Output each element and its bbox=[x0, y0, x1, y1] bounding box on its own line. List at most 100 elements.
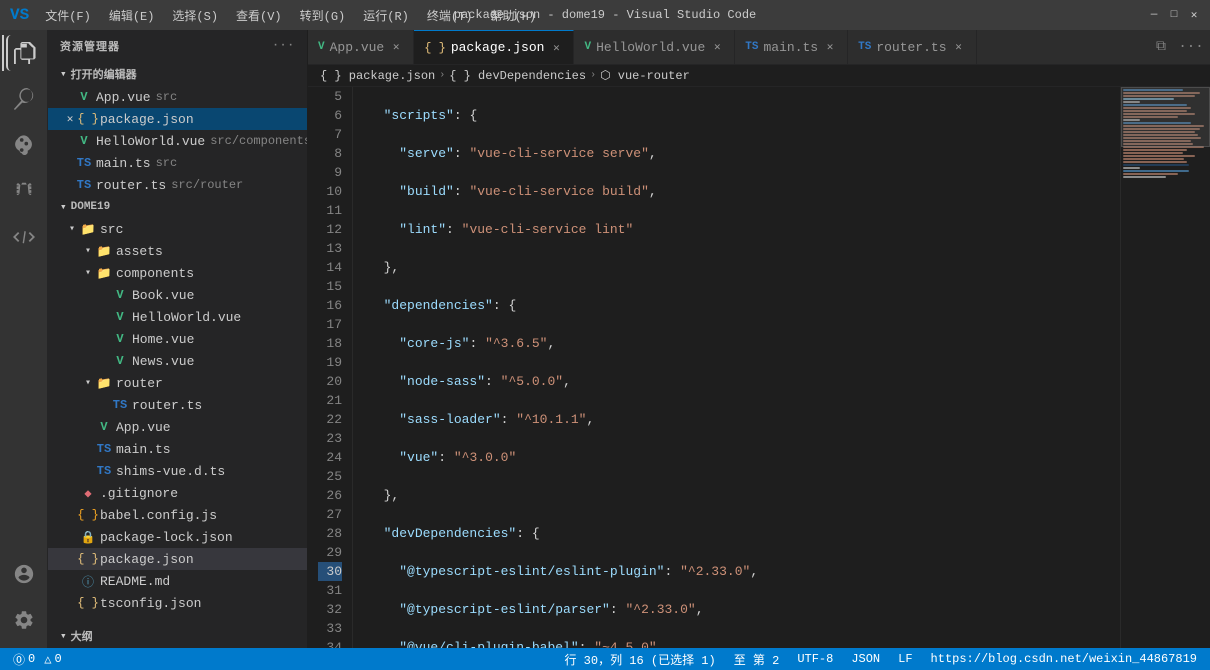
tree-item-app-vue[interactable]: V App.vue bbox=[48, 416, 307, 438]
source-control-activity-icon[interactable] bbox=[6, 127, 42, 163]
tab-close-button[interactable]: ✕ bbox=[389, 40, 403, 54]
json-file-icon: { } bbox=[80, 111, 96, 127]
vue-file-icon: V bbox=[76, 133, 92, 149]
accounts-activity-icon[interactable] bbox=[6, 556, 42, 592]
sidebar-header: 资源管理器 ··· bbox=[48, 30, 307, 62]
menu-file[interactable]: 文件(F) bbox=[37, 4, 99, 27]
tab-router-ts[interactable]: TS router.ts ✕ bbox=[848, 30, 976, 65]
errors-status[interactable]: ⓪ 0 △ 0 bbox=[10, 648, 65, 670]
close-button[interactable]: ✕ bbox=[1188, 9, 1200, 21]
breadcrumb-dev-dependencies[interactable]: { } devDependencies bbox=[449, 69, 586, 83]
vue-file-icon: V bbox=[112, 309, 128, 325]
status-bar-right: 行 30，列 16 (已选择 1) 至 第 2 UTF-8 JSON LF ht… bbox=[561, 648, 1200, 670]
tree-item-package-json[interactable]: { } package.json bbox=[48, 548, 307, 570]
more-tabs-button[interactable]: ··· bbox=[1177, 33, 1205, 61]
tab-close-button[interactable]: ✕ bbox=[549, 41, 563, 55]
tree-item-assets[interactable]: ▾ 📁 assets bbox=[48, 240, 307, 262]
open-editor-router-ts[interactable]: TS router.ts src/router bbox=[48, 174, 307, 196]
folder-icon: 📁 bbox=[96, 265, 112, 281]
json-file-icon: { } bbox=[80, 551, 96, 567]
tree-item-news-vue[interactable]: V News.vue bbox=[48, 350, 307, 372]
ts-file-icon: TS bbox=[96, 441, 112, 457]
tab-close-button[interactable]: ✕ bbox=[952, 40, 966, 54]
tree-item-components[interactable]: ▾ 📁 components bbox=[48, 262, 307, 284]
tree-item-helloworld-vue[interactable]: V HelloWorld.vue bbox=[48, 306, 307, 328]
open-editor-package-json[interactable]: ✕ { } package.json bbox=[48, 108, 307, 130]
tab-close-button[interactable]: ✕ bbox=[823, 40, 837, 54]
vue-file-icon: V bbox=[76, 89, 92, 105]
ts-file-icon: TS bbox=[112, 397, 128, 413]
language-status[interactable]: JSON bbox=[848, 648, 883, 670]
outline-section[interactable]: ▾ 大纲 bbox=[48, 624, 307, 648]
tree-item-shims-vue[interactable]: TS shims-vue.d.ts bbox=[48, 460, 307, 482]
title-bar: VS 文件(F) 编辑(E) 选择(S) 查看(V) 转到(G) 运行(R) 终… bbox=[0, 0, 1210, 30]
tree-item-router-ts[interactable]: TS router.ts bbox=[48, 394, 307, 416]
tree-item-readme[interactable]: ⓘ README.md bbox=[48, 570, 307, 592]
error-icon: ⓪ bbox=[13, 651, 25, 668]
tree-item-book-vue[interactable]: V Book.vue bbox=[48, 284, 307, 306]
open-editors-chevron: ▾ bbox=[60, 67, 67, 81]
open-editor-main-ts[interactable]: TS main.ts src bbox=[48, 152, 307, 174]
vue-file-icon: V bbox=[112, 353, 128, 369]
open-editors-section[interactable]: ▾ 打开的编辑器 bbox=[48, 62, 307, 86]
cursor-position-status[interactable]: 行 30，列 16 (已选择 1) bbox=[561, 648, 718, 670]
package-lock-file-icon: 🔒 bbox=[80, 529, 96, 545]
menu-run[interactable]: 运行(R) bbox=[355, 4, 417, 27]
tab-app-vue[interactable]: V App.vue ✕ bbox=[308, 30, 414, 65]
split-editor-button[interactable]: ⧉ bbox=[1147, 33, 1175, 61]
tree-item-package-lock[interactable]: 🔒 package-lock.json bbox=[48, 526, 307, 548]
dome19-section[interactable]: ▾ DOME19 bbox=[48, 196, 307, 218]
folder-chevron: ▾ bbox=[80, 243, 96, 259]
menu-edit[interactable]: 编辑(E) bbox=[101, 4, 163, 27]
debug-activity-icon[interactable] bbox=[6, 173, 42, 209]
minimize-button[interactable]: — bbox=[1148, 9, 1160, 21]
tree-item-tsconfig[interactable]: { } tsconfig.json bbox=[48, 592, 307, 614]
breadcrumb: { } package.json › { } devDependencies ›… bbox=[308, 65, 1210, 87]
editor-area: V App.vue ✕ { } package.json ✕ V HelloWo… bbox=[308, 30, 1210, 648]
babel-file-icon: { } bbox=[80, 507, 96, 523]
tree-item-main-ts[interactable]: TS main.ts bbox=[48, 438, 307, 460]
code-content[interactable]: "scripts": { "serve": "vue-cli-service s… bbox=[353, 87, 1120, 648]
vue-file-icon: V bbox=[112, 287, 128, 303]
encoding-status[interactable]: UTF-8 bbox=[794, 648, 836, 670]
tree-item-router-folder[interactable]: ▾ 📁 router bbox=[48, 372, 307, 394]
tab-close-button[interactable]: ✕ bbox=[710, 40, 724, 54]
json-file-icon: { } bbox=[80, 595, 96, 611]
open-editor-helloworld-vue[interactable]: V HelloWorld.vue src/components bbox=[48, 130, 307, 152]
search-activity-icon[interactable] bbox=[6, 81, 42, 117]
tree-item-babel-config[interactable]: { } babel.config.js bbox=[48, 504, 307, 526]
maximize-button[interactable]: □ bbox=[1168, 9, 1180, 21]
sidebar-more-icon[interactable]: ··· bbox=[272, 40, 295, 52]
close-icon[interactable]: ✕ bbox=[64, 112, 76, 126]
menu-view[interactable]: 查看(V) bbox=[228, 4, 290, 27]
extensions-activity-icon[interactable] bbox=[6, 219, 42, 255]
blog-link-status[interactable]: https://blog.csdn.net/weixin_44867819 bbox=[928, 648, 1200, 670]
open-editor-app-vue[interactable]: V App.vue src bbox=[48, 86, 307, 108]
menu-select[interactable]: 选择(S) bbox=[164, 4, 226, 27]
line-numbers: 5 6 7 8 9 10 11 12 13 14 15 16 17 18 19 … bbox=[308, 87, 353, 648]
tab-main-ts[interactable]: TS main.ts ✕ bbox=[735, 30, 848, 65]
outline-chevron: ▾ bbox=[60, 629, 67, 643]
readme-file-icon: ⓘ bbox=[80, 573, 96, 589]
ts-file-icon: TS bbox=[76, 155, 92, 171]
folder-icon: 📁 bbox=[96, 375, 112, 391]
status-bar-left: ⓪ 0 △ 0 bbox=[10, 648, 65, 670]
tree-item-home-vue[interactable]: V Home.vue bbox=[48, 328, 307, 350]
breadcrumb-package-json[interactable]: { } package.json bbox=[320, 69, 435, 83]
dome19-chevron: ▾ bbox=[60, 200, 67, 214]
tab-package-json[interactable]: { } package.json ✕ bbox=[414, 30, 574, 65]
tree-item-src[interactable]: ▾ 📁 src bbox=[48, 218, 307, 240]
settings-activity-icon[interactable] bbox=[6, 602, 42, 638]
menu-goto[interactable]: 转到(G) bbox=[292, 4, 354, 27]
breadcrumb-sep: › bbox=[590, 70, 596, 81]
file-tree: ▾ 📁 src ▾ 📁 assets ▾ 📁 components bbox=[48, 218, 307, 624]
tab-helloworld-vue[interactable]: V HelloWorld.vue ✕ bbox=[574, 30, 735, 65]
explorer-activity-icon[interactable] bbox=[6, 35, 42, 71]
ts-tab-icon: TS bbox=[745, 41, 758, 53]
eol-status[interactable]: LF bbox=[895, 648, 915, 670]
vue-tab-icon: V bbox=[318, 41, 325, 53]
breadcrumb-vue-router[interactable]: ⬡ vue-router bbox=[600, 68, 690, 83]
tree-item-gitignore[interactable]: ◆ .gitignore bbox=[48, 482, 307, 504]
line-count-status[interactable]: 至 第 2 bbox=[731, 648, 783, 670]
vue-file-icon: V bbox=[96, 419, 112, 435]
